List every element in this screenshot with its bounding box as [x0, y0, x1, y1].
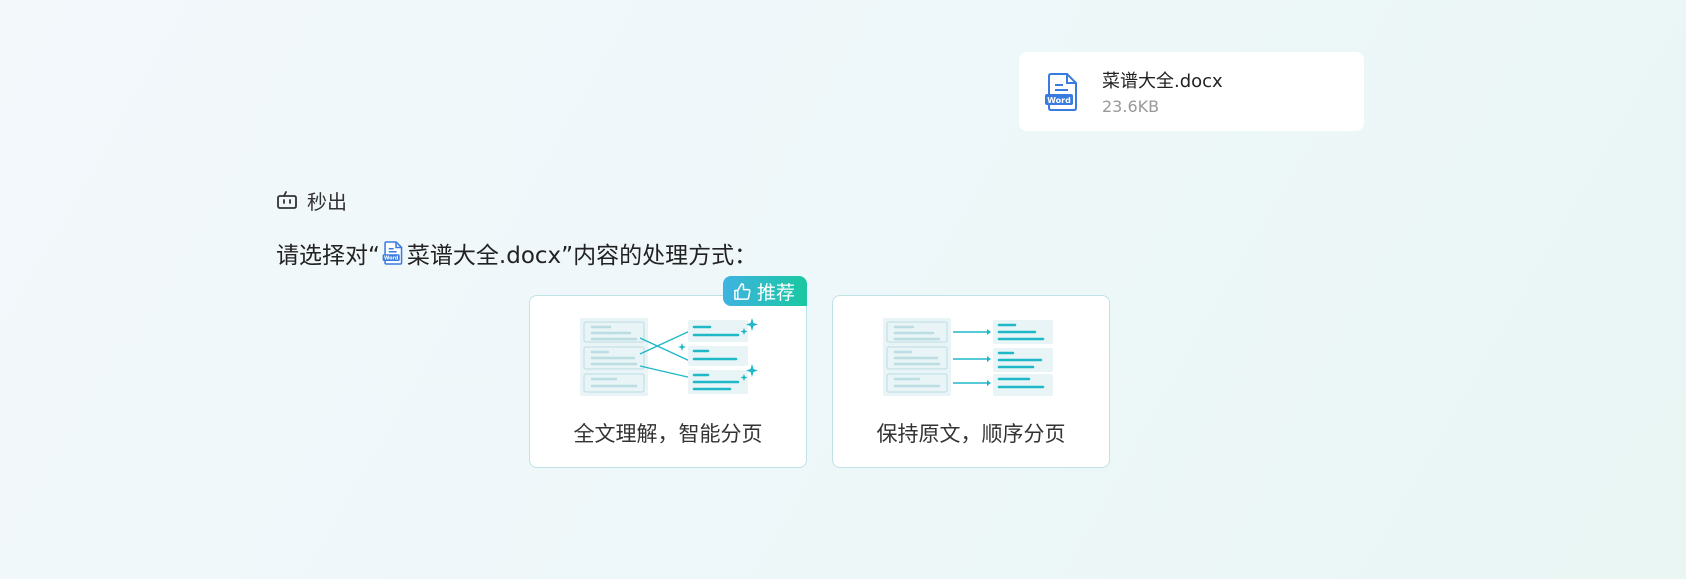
badge-label: 推荐: [756, 281, 795, 304]
prompt-file-name: 菜谱大全.docx: [406, 243, 562, 269]
prompt-text: 请选择对“ Word 菜谱大全.docx ”内容的处理方式：: [276, 236, 757, 270]
option-label: 全文理解，智能分页: [573, 422, 763, 446]
recommended-badge: 推荐: [722, 276, 807, 306]
assistant-header: 秒出: [276, 186, 347, 215]
file-name: 菜谱大全.docx: [1102, 71, 1223, 92]
svg-text:Word: Word: [384, 256, 399, 262]
file-size: 23.6KB: [1102, 97, 1160, 116]
word-file-icon: Word: [1045, 73, 1077, 111]
sequential-pagination-illustration: [883, 318, 1053, 396]
bot-icon: [277, 190, 297, 209]
option-label: 保持原文，顺序分页: [876, 422, 1066, 446]
thumbs-up-icon: [734, 282, 751, 300]
svg-text:Word: Word: [1047, 96, 1071, 105]
assistant-name: 秒出: [307, 190, 347, 214]
option-smart-pagination[interactable]: 推荐 全文理解，智能分页: [529, 276, 807, 468]
attached-file-card[interactable]: Word 菜谱大全.docx 23.6KB: [1019, 52, 1364, 131]
smart-pagination-illustration: [580, 318, 758, 396]
option-sequential-pagination[interactable]: 保持原文，顺序分页: [832, 295, 1110, 468]
word-file-icon: Word: [382, 241, 403, 265]
prompt-suffix: ”内容的处理方式：: [561, 243, 758, 269]
prompt-prefix: 请选择对“: [276, 243, 380, 269]
